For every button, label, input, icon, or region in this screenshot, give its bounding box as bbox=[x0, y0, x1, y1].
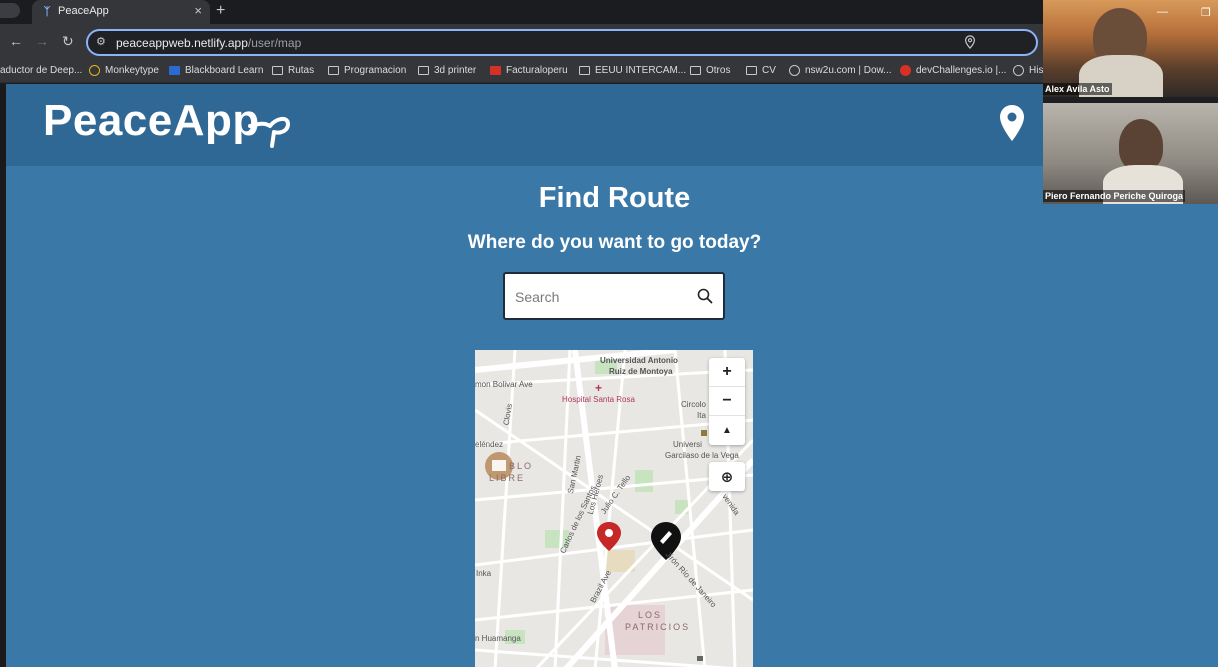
navigation-bar: ← → ↻ ⚙ peaceappweb.netlify.app/user/map bbox=[0, 24, 1218, 60]
history-icon bbox=[1013, 65, 1024, 76]
tab-peaceapp[interactable]: ᛉ PeaceApp × bbox=[32, 0, 210, 24]
map-label-district: PATRICIOS bbox=[625, 622, 691, 632]
app-logo[interactable]: PeaceApp bbox=[43, 96, 260, 146]
bookmark-folder[interactable]: Rutas bbox=[272, 65, 314, 76]
map-label-street: n Huamanga bbox=[475, 634, 521, 643]
page-title: Find Route bbox=[538, 182, 691, 214]
map-label-university: Ruiz de Montoya bbox=[609, 367, 673, 376]
bookmark-item[interactable]: Blackboard Learn bbox=[169, 65, 263, 76]
devchallenges-icon bbox=[900, 65, 911, 76]
tab-close-icon[interactable]: × bbox=[194, 3, 202, 18]
hospital-icon: + bbox=[595, 381, 602, 395]
tab-title: PeaceApp bbox=[58, 5, 109, 17]
address-bar[interactable]: ⚙ peaceappweb.netlify.app/user/map bbox=[86, 29, 1038, 56]
search-icon[interactable] bbox=[697, 288, 713, 304]
new-tab-button[interactable]: + bbox=[216, 2, 225, 20]
video-tile-participant-1[interactable]: — ❐ Alex Avila Asto bbox=[1043, 0, 1218, 97]
facturaloperu-icon bbox=[490, 66, 501, 75]
bookmark-folder[interactable]: 3d printer bbox=[418, 65, 476, 76]
zoom-out-button[interactable]: − bbox=[709, 387, 745, 416]
map-label-university: Garcilaso de la Vega bbox=[665, 451, 739, 460]
map-label-district: BLO bbox=[509, 461, 534, 471]
map-label-street: mon Bolivar Ave bbox=[475, 380, 533, 389]
map-label-street: eléndez bbox=[475, 440, 504, 449]
bookmarks-bar: aductor de Deep... Monkeytype Blackboard… bbox=[0, 60, 1218, 83]
zoom-in-button[interactable]: + bbox=[709, 358, 745, 387]
participant-name: Alex Avila Asto bbox=[1043, 83, 1112, 95]
participant-video bbox=[1119, 119, 1163, 171]
folder-icon bbox=[272, 66, 283, 75]
map-label-university: Universi bbox=[673, 440, 702, 449]
bookmark-item[interactable]: devChallenges.io |... bbox=[900, 65, 1006, 76]
participant-name: Piero Fernando Periche Quiroga bbox=[1043, 190, 1186, 202]
folder-icon bbox=[328, 66, 339, 75]
bookmark-folder[interactable]: CV bbox=[746, 65, 776, 76]
monkeytype-icon bbox=[89, 65, 100, 76]
video-tile-participant-2[interactable]: Piero Fernando Periche Quiroga bbox=[1043, 103, 1218, 204]
zoom-control: + − ▲ bbox=[709, 358, 745, 445]
bookmark-folder[interactable]: EEUU INTERCAM... bbox=[579, 65, 686, 76]
app-header: PeaceApp bbox=[6, 84, 1043, 166]
tab-previous[interactable] bbox=[0, 3, 20, 18]
map-label-hospital: Hospital Santa Rosa bbox=[562, 395, 635, 404]
university-poi-icon bbox=[701, 430, 707, 436]
folder-icon bbox=[579, 66, 590, 75]
bookmark-item[interactable]: nsw2u.com | Dow... bbox=[789, 65, 892, 76]
map-label-place: Circolo bbox=[681, 400, 706, 409]
map-pin-icon[interactable] bbox=[999, 104, 1025, 142]
search-input[interactable] bbox=[515, 286, 690, 308]
map-label-district: LOS bbox=[638, 610, 663, 620]
bookmark-folder[interactable]: Otros bbox=[690, 65, 730, 76]
search-box[interactable] bbox=[503, 272, 725, 320]
site-settings-icon[interactable]: ⚙ bbox=[96, 35, 106, 48]
folder-icon bbox=[690, 66, 701, 75]
back-button[interactable]: ← bbox=[9, 33, 23, 49]
minimize-icon[interactable]: — bbox=[1157, 6, 1168, 18]
folder-icon bbox=[746, 66, 757, 75]
page-subtitle: Where do you want to go today? bbox=[467, 232, 762, 253]
bookmark-history[interactable]: His bbox=[1013, 65, 1043, 76]
map-label-street: Inka bbox=[476, 569, 492, 578]
bookmark-folder[interactable]: Programacion bbox=[328, 65, 406, 76]
forward-button[interactable]: → bbox=[35, 33, 49, 49]
dove-logo-icon bbox=[248, 117, 291, 148]
globe-icon bbox=[789, 65, 800, 76]
tab-strip: ᛉ PeaceApp × + bbox=[0, 0, 1218, 24]
app-page: PeaceApp Find Route Where do you want to… bbox=[6, 84, 1043, 667]
map-view[interactable]: + mon Bolivar Ave Universidad Antonio Ru… bbox=[475, 350, 753, 667]
url-text[interactable]: peaceappweb.netlify.app/user/map bbox=[116, 36, 301, 50]
map-label-university: Universidad Antonio bbox=[600, 356, 678, 365]
map-label-district: LIBRE bbox=[489, 473, 526, 483]
page-background-right bbox=[1043, 204, 1218, 667]
geolocate-icon[interactable]: ⊕ bbox=[709, 462, 745, 491]
geolocate-control: ⊕ bbox=[709, 462, 745, 491]
bookmark-item[interactable]: Facturaloperu bbox=[490, 65, 568, 76]
blackboard-icon bbox=[169, 66, 180, 75]
bookmark-item[interactable]: Monkeytype bbox=[89, 65, 159, 76]
bottom-poi-icon bbox=[697, 656, 703, 661]
reload-button[interactable]: ↻ bbox=[62, 33, 74, 50]
location-permission-icon[interactable] bbox=[964, 35, 976, 49]
folder-icon bbox=[418, 66, 429, 75]
restore-icon[interactable]: ❐ bbox=[1201, 6, 1211, 19]
compass-icon[interactable]: ▲ bbox=[709, 416, 745, 445]
map-label-place: Ita bbox=[697, 411, 706, 420]
peaceapp-favicon-icon: ᛉ bbox=[43, 6, 51, 18]
bookmark-item[interactable]: aductor de Deep... bbox=[0, 65, 82, 76]
